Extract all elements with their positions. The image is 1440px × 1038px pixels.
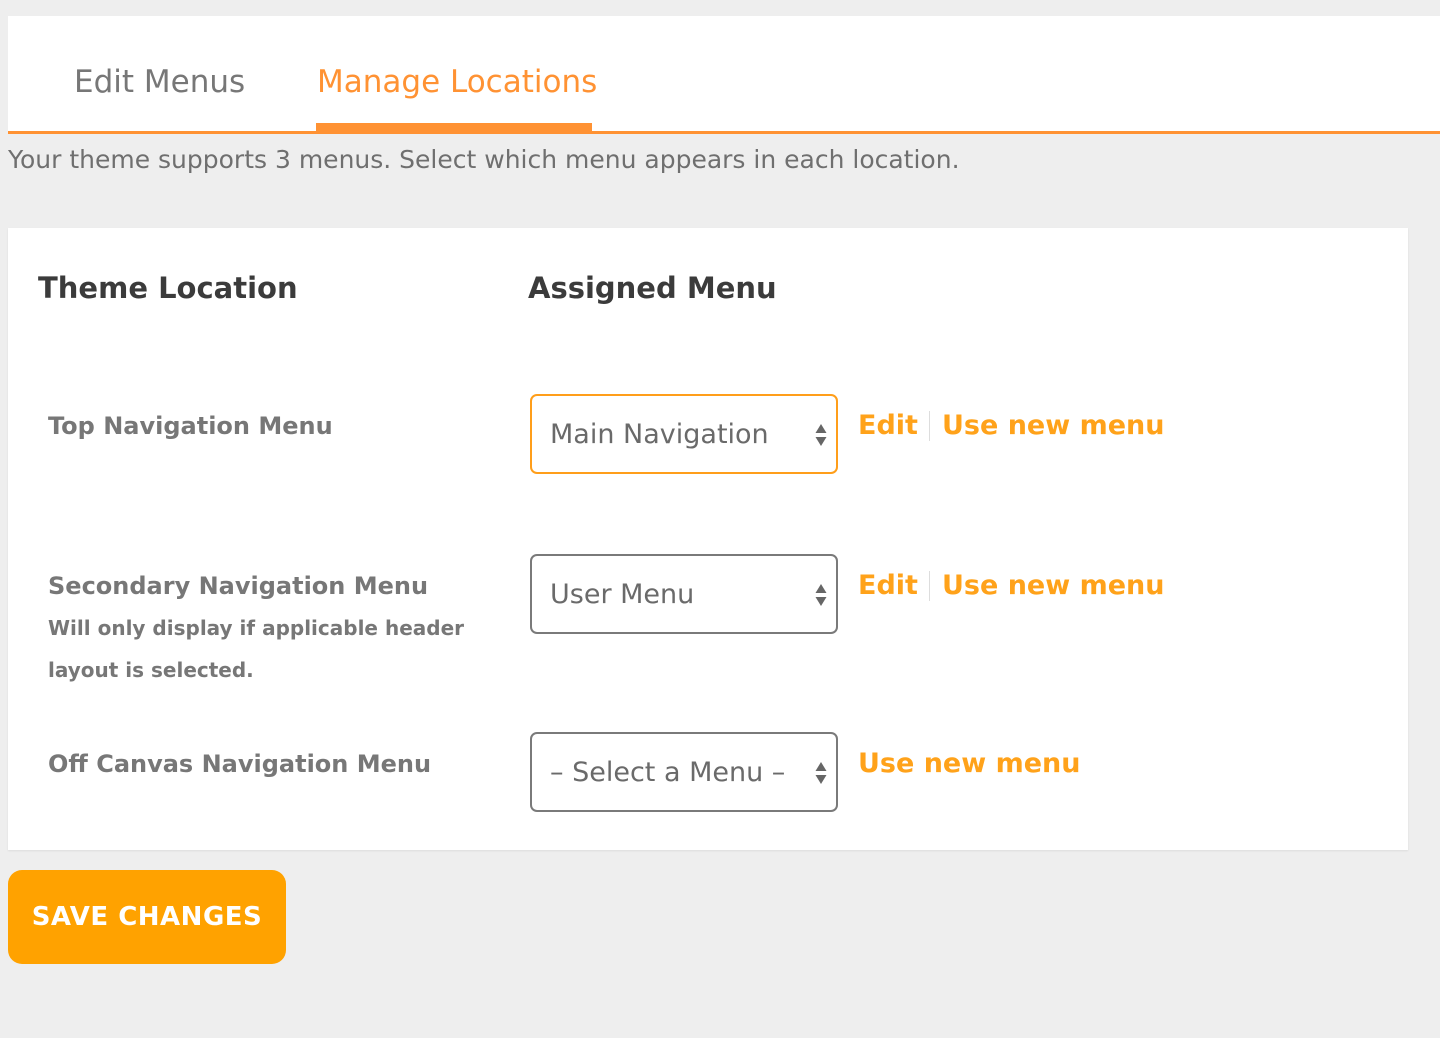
intro-text: Your theme supports 3 menus. Select whic…	[8, 145, 960, 174]
use-new-menu-link-off-canvas-navigation[interactable]: Use new menu	[858, 747, 1080, 781]
use-new-menu-link-top-navigation[interactable]: Use new menu	[942, 409, 1164, 443]
location-label-top-navigation: Top Navigation Menu	[48, 412, 333, 440]
column-header-assigned-menu: Assigned Menu	[528, 271, 777, 305]
column-header-theme-location: Theme Location	[38, 271, 298, 305]
use-new-menu-link-secondary-navigation[interactable]: Use new menu	[942, 569, 1164, 603]
menu-select-top-navigation[interactable]: Main Navigation	[530, 394, 838, 474]
link-separator	[929, 411, 930, 441]
save-changes-button[interactable]: SAVE CHANGES	[8, 870, 286, 964]
location-label-secondary-navigation: Secondary Navigation Menu	[48, 572, 429, 600]
tab-bar: Edit Menus Manage Locations	[8, 16, 1440, 134]
edit-link-top-navigation[interactable]: Edit	[858, 409, 918, 443]
locations-panel: Theme Location Assigned Menu Top Navigat…	[8, 228, 1408, 850]
active-tab-indicator	[316, 123, 592, 132]
location-label-off-canvas-navigation: Off Canvas Navigation Menu	[48, 750, 432, 778]
select-value: Main Navigation	[550, 419, 769, 450]
link-separator	[929, 571, 930, 601]
select-value: User Menu	[550, 579, 695, 610]
location-description-secondary-navigation: Will only display if applicable header l…	[48, 616, 465, 682]
tab-manage-locations[interactable]: Manage Locations	[317, 64, 597, 100]
up-down-arrows-icon	[815, 762, 827, 784]
tab-edit-menus[interactable]: Edit Menus	[74, 64, 245, 100]
select-value: – Select a Menu –	[550, 757, 786, 788]
edit-link-secondary-navigation[interactable]: Edit	[858, 569, 918, 603]
menu-select-secondary-navigation[interactable]: User Menu	[530, 554, 838, 634]
menu-select-off-canvas-navigation[interactable]: – Select a Menu –	[530, 732, 838, 812]
up-down-arrows-icon	[815, 424, 827, 446]
up-down-arrows-icon	[815, 584, 827, 606]
